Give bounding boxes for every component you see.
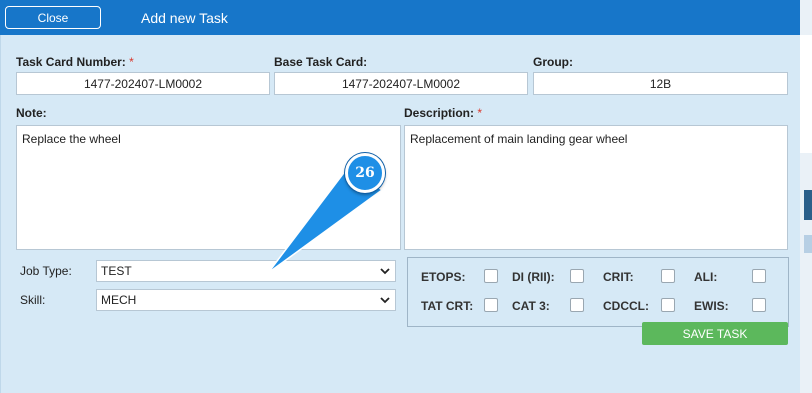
cdccl-label: CDCCL: <box>603 299 649 313</box>
modal-title: Add new Task <box>141 10 228 26</box>
group-field[interactable]: 12B <box>533 72 788 95</box>
skill-select[interactable]: MECH <box>96 289 396 311</box>
ewis-checkbox[interactable] <box>752 298 766 312</box>
description-textarea[interactable]: Replacement of main landing gear wheel <box>404 125 788 250</box>
di-rii-checkbox[interactable] <box>570 269 584 283</box>
tat-crt-checkbox[interactable] <box>484 298 498 312</box>
step-badge: 26 <box>345 153 385 193</box>
job-type-value: TEST <box>101 264 132 278</box>
base-task-card-label: Base Task Card: <box>274 55 368 69</box>
ali-checkbox[interactable] <box>752 269 766 283</box>
modal-body: Task Card Number: * Base Task Card: Grou… <box>0 35 800 393</box>
group-label: Group: <box>533 55 573 69</box>
cdccl-checkbox[interactable] <box>661 298 675 312</box>
ali-label: ALI: <box>694 270 718 284</box>
etops-label: ETOPS: <box>421 270 466 284</box>
close-button[interactable]: Close <box>5 6 101 29</box>
chevron-down-icon <box>380 297 390 304</box>
job-type-select[interactable]: TEST <box>96 260 396 282</box>
task-card-number-label: Task Card Number: * <box>16 55 134 69</box>
skill-label: Skill: <box>20 293 46 307</box>
chevron-down-icon <box>380 268 390 275</box>
job-type-label: Job Type: <box>20 264 72 278</box>
base-task-card-field[interactable]: 1477-202407-LM0002 <box>274 72 528 95</box>
modal-header: Close Add new Task <box>0 0 800 35</box>
crit-label: CRIT: <box>603 270 634 284</box>
task-flags-panel: ETOPS: DI (RII): CRIT: ALI: TAT CRT: CAT… <box>407 257 789 327</box>
skill-value: MECH <box>101 293 137 307</box>
background-edge <box>800 0 812 393</box>
task-card-number-field[interactable]: 1477-202407-LM0002 <box>16 72 270 95</box>
cat3-checkbox[interactable] <box>570 298 584 312</box>
save-task-button[interactable]: SAVE TASK <box>642 322 788 345</box>
background-bar <box>804 190 812 220</box>
di-rii-label: DI (RII): <box>512 270 555 284</box>
tat-crt-label: TAT CRT: <box>421 299 474 313</box>
description-label: Description: * <box>404 106 483 120</box>
cat3-label: CAT 3: <box>512 299 550 313</box>
etops-checkbox[interactable] <box>484 269 498 283</box>
ewis-label: EWIS: <box>694 299 729 313</box>
crit-checkbox[interactable] <box>661 269 675 283</box>
note-textarea[interactable]: Replace the wheel <box>16 125 401 250</box>
note-label: Note: <box>16 106 47 120</box>
background-panel <box>800 35 812 153</box>
background-bar <box>804 235 812 253</box>
